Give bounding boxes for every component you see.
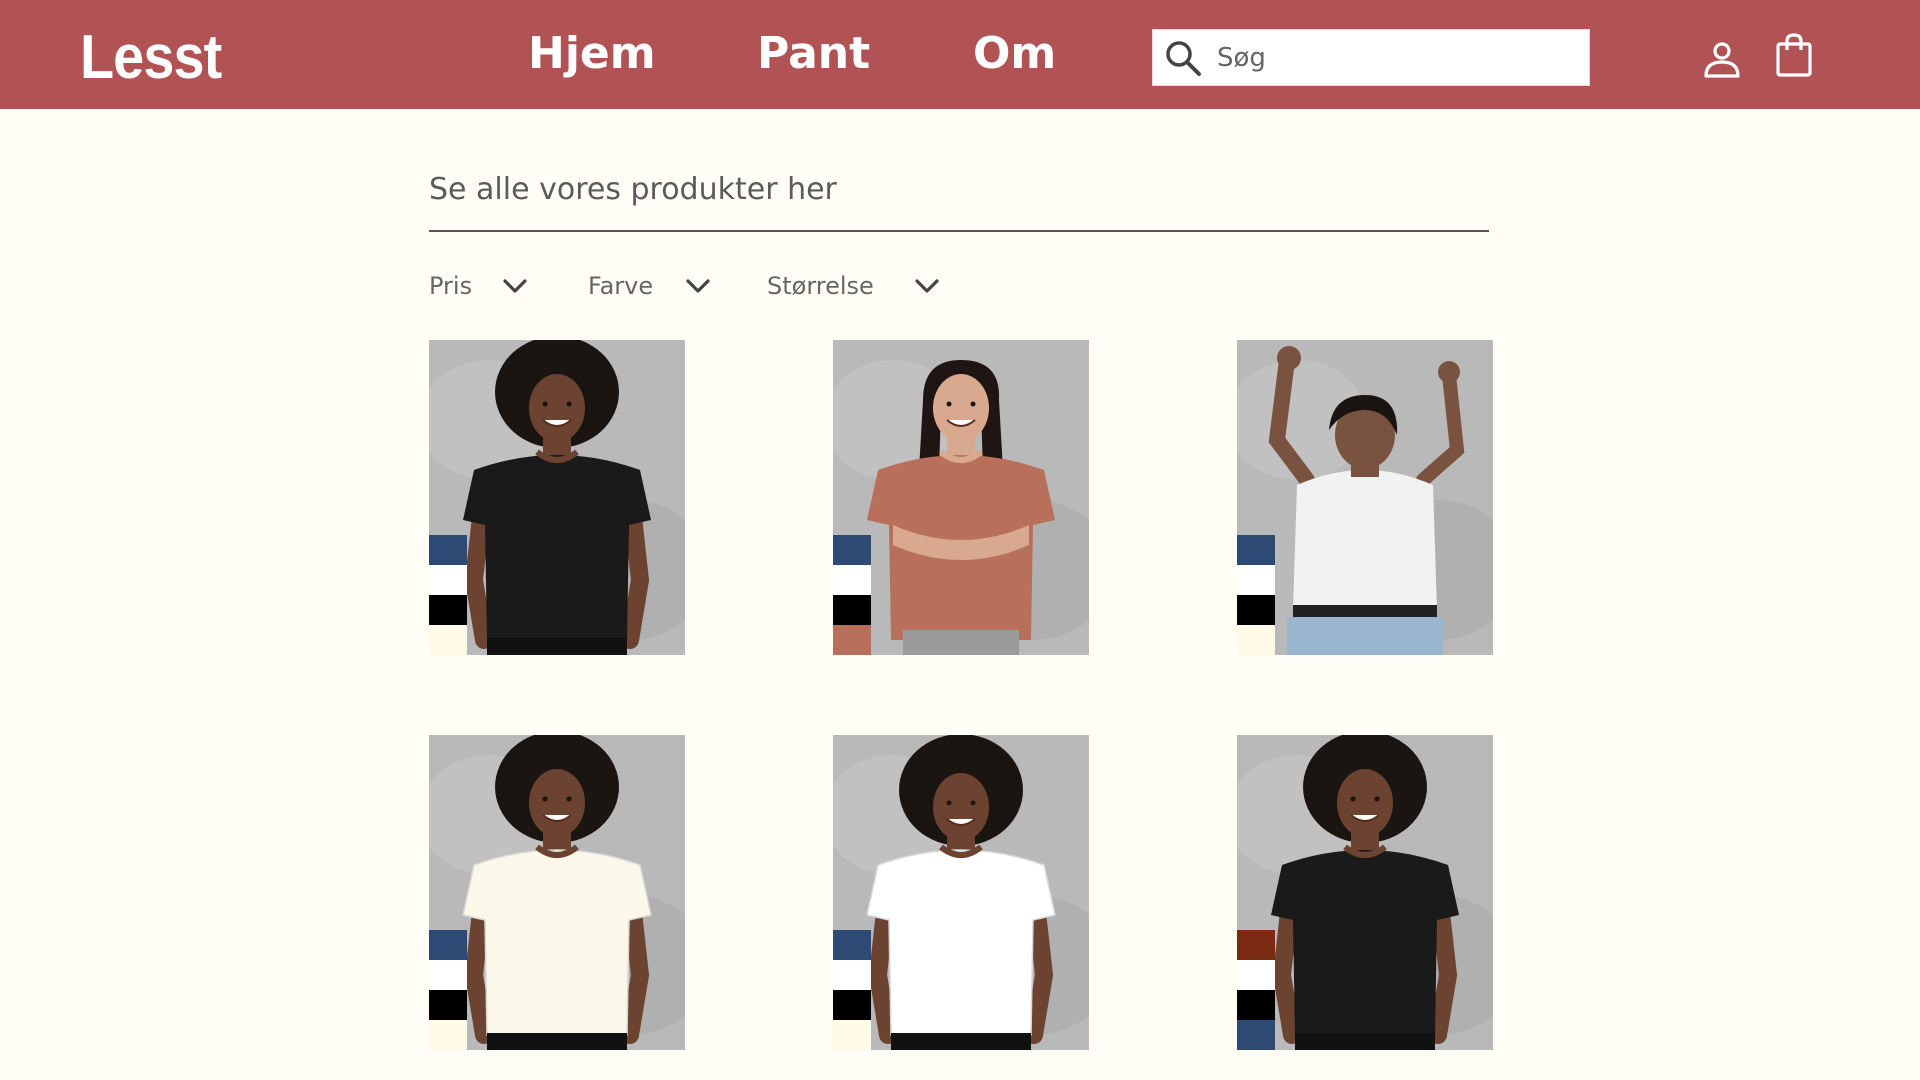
- color-swatch[interactable]: [1237, 960, 1275, 990]
- product-photo: [429, 735, 685, 1050]
- color-swatch[interactable]: [429, 960, 467, 990]
- chevron-down-icon: [915, 279, 939, 293]
- color-swatch[interactable]: [429, 1020, 467, 1050]
- filter-size[interactable]: Størrelse: [767, 270, 947, 306]
- color-swatches: [429, 535, 467, 655]
- color-swatch[interactable]: [833, 990, 871, 1020]
- color-swatch[interactable]: [429, 990, 467, 1020]
- color-swatch[interactable]: [429, 535, 467, 565]
- color-swatch[interactable]: [429, 565, 467, 595]
- product-card[interactable]: [429, 340, 685, 655]
- product-card[interactable]: [833, 340, 1089, 655]
- color-swatch[interactable]: [1237, 990, 1275, 1020]
- color-swatch[interactable]: [429, 930, 467, 960]
- filter-price-label: Pris: [429, 272, 473, 300]
- color-swatch[interactable]: [1237, 625, 1275, 655]
- color-swatch[interactable]: [429, 625, 467, 655]
- color-swatch[interactable]: [833, 565, 871, 595]
- color-swatch[interactable]: [1237, 565, 1275, 595]
- color-swatches: [833, 535, 871, 655]
- product-photo: [1237, 340, 1493, 655]
- product-card[interactable]: [429, 735, 685, 1050]
- color-swatches: [833, 930, 871, 1050]
- search-input[interactable]: [1217, 30, 1577, 85]
- divider: [429, 230, 1489, 232]
- product-card[interactable]: [1237, 735, 1493, 1050]
- color-swatch[interactable]: [833, 625, 871, 655]
- site-header: Lesst Hjem Pant Om: [0, 0, 1920, 109]
- filter-color-label: Farve: [588, 272, 654, 300]
- color-swatch[interactable]: [833, 595, 871, 625]
- color-swatch[interactable]: [1237, 595, 1275, 625]
- shopping-bag-icon[interactable]: [1774, 32, 1814, 78]
- chevron-down-icon: [503, 279, 527, 293]
- nav-home[interactable]: Hjem: [528, 28, 656, 79]
- filter-size-label: Størrelse: [767, 272, 874, 300]
- product-photo: [1237, 735, 1493, 1050]
- filter-price[interactable]: Pris: [429, 270, 529, 306]
- product-photo: [429, 340, 685, 655]
- page-tagline: Se alle vores produkter her: [429, 172, 837, 207]
- color-swatches: [1237, 930, 1275, 1050]
- product-photo: [833, 735, 1089, 1050]
- search-box[interactable]: [1152, 29, 1590, 86]
- color-swatch[interactable]: [833, 960, 871, 990]
- color-swatch[interactable]: [1237, 1020, 1275, 1050]
- color-swatch[interactable]: [1237, 930, 1275, 960]
- logo[interactable]: Lesst: [80, 22, 222, 93]
- user-icon[interactable]: [1702, 40, 1742, 80]
- product-card[interactable]: [1237, 340, 1493, 655]
- product-card[interactable]: [833, 735, 1089, 1050]
- color-swatch[interactable]: [429, 595, 467, 625]
- nav-about[interactable]: Om: [973, 28, 1056, 79]
- color-swatches: [1237, 535, 1275, 655]
- chevron-down-icon: [686, 279, 710, 293]
- color-swatch[interactable]: [1237, 535, 1275, 565]
- color-swatch[interactable]: [833, 930, 871, 960]
- product-photo: [833, 340, 1089, 655]
- nav-pant[interactable]: Pant: [757, 28, 870, 79]
- filter-color[interactable]: Farve: [588, 270, 718, 306]
- color-swatch[interactable]: [833, 1020, 871, 1050]
- search-icon[interactable]: [1163, 38, 1203, 78]
- color-swatch[interactable]: [833, 535, 871, 565]
- color-swatches: [429, 930, 467, 1050]
